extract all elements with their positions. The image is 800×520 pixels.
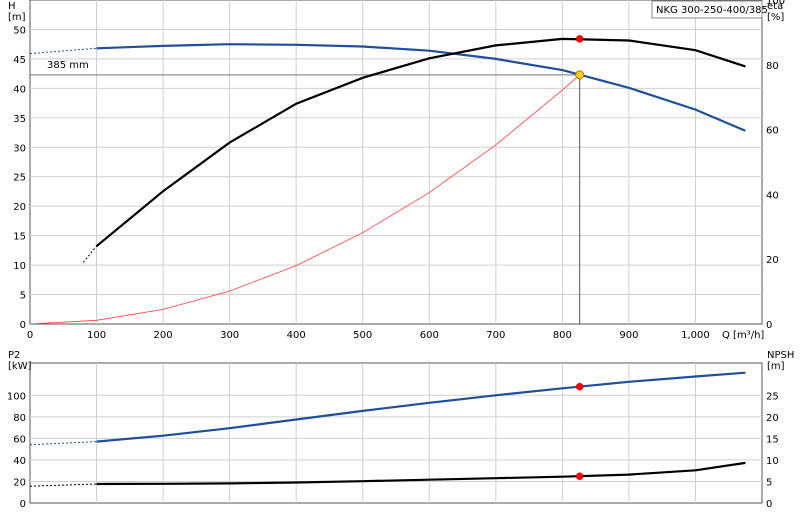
chart0-right-tick: 0 [766, 320, 772, 331]
chart0-right-axis-unit: [%] [767, 12, 784, 23]
chart1-left-tick: 60 [13, 434, 26, 445]
x-tick: 900 [619, 330, 638, 341]
chart0-series-efficiency [95, 37, 746, 248]
x-tick: 500 [353, 330, 372, 341]
chart1-right-tick: 20 [766, 413, 779, 424]
chart1-left-tick: 100 [7, 391, 26, 402]
x-tick: 800 [553, 330, 572, 341]
x-tick: 200 [154, 330, 173, 341]
duty-point-efficiency-marker [575, 35, 584, 43]
duty-point-npsh-marker [575, 472, 584, 481]
x-tick: 300 [220, 330, 239, 341]
chart1-right-tick: 25 [766, 391, 779, 402]
x-tick: 1,000 [681, 330, 710, 341]
chart0-right-tick: 20 [766, 255, 779, 266]
x-tick: 0 [27, 330, 33, 341]
chart0-right-axis-title: eta [767, 1, 783, 12]
impeller-diameter-label: 385 mm [47, 60, 89, 71]
chart0-left-tick: 0 [20, 320, 26, 331]
chart1-series-power-extrapolated [29, 441, 97, 446]
chart0-series-efficiency-extrapolated [82, 245, 97, 263]
chart0-series-head-extrapolated [29, 47, 97, 55]
chart0-series-system-curve [29, 74, 580, 325]
chart1-right-tick: 0 [766, 499, 772, 510]
pump-curve-svg: 05101520253035404550020406080100H[m]eta[… [7, 0, 794, 510]
x-tick: 700 [486, 330, 505, 341]
chart0-left-tick: 45 [13, 55, 26, 66]
chart0-left-axis-title: H [8, 1, 16, 12]
chart0-right-tick: 80 [766, 61, 779, 72]
chart0-right-tick: 60 [766, 126, 779, 137]
chart1-left-tick: 80 [13, 413, 26, 424]
chart1-right-axis-title: NPSH [767, 350, 794, 361]
chart0-left-tick: 15 [13, 232, 26, 243]
x-tick: 400 [287, 330, 306, 341]
chart0-left-tick: 40 [13, 84, 26, 95]
chart0-right-tick: 40 [766, 190, 779, 201]
chart0-left-tick: 50 [13, 25, 26, 36]
chart1-right-tick: 15 [766, 434, 779, 445]
chart0-left-tick: 20 [13, 202, 26, 213]
chart1-series-npsh [96, 461, 746, 486]
duty-point-power-marker [575, 382, 584, 391]
chart0-left-axis-unit: [m] [8, 12, 26, 23]
chart-title: NKG 300-250-400/385 [656, 5, 768, 16]
chart1-right-tick: 10 [766, 456, 779, 467]
chart1-series-npsh-extrapolated [29, 483, 97, 487]
chart1-left-axis-unit: [kW] [8, 361, 32, 372]
x-tick: 600 [420, 330, 439, 341]
chart0-left-tick: 10 [13, 261, 26, 272]
chart1-right-tick: 5 [766, 477, 772, 488]
chart1-left-axis-title: P2 [8, 350, 20, 361]
chart1-plot-frame [29, 362, 763, 504]
chart1-left-tick: 40 [13, 456, 26, 467]
x-tick: 100 [87, 330, 106, 341]
chart1-left-tick: 0 [20, 499, 26, 510]
chart0-left-tick: 30 [13, 143, 26, 154]
chart1-series-power [96, 371, 746, 443]
chart1-left-tick: 20 [13, 477, 26, 488]
chart1-right-axis-unit: [m] [767, 361, 785, 372]
chart0-left-tick: 5 [20, 291, 26, 302]
x-axis-label: Q [m³/h] [722, 330, 764, 341]
chart0-left-tick: 35 [13, 114, 26, 125]
pump-curve-chart: 0 5 10 15 20 25 30 35 40 45 50 0 20 40 60 80 100 H [m] eta[… [0, 0, 800, 520]
chart0-left-tick: 25 [13, 173, 26, 184]
duty-point-head-marker [575, 70, 585, 80]
